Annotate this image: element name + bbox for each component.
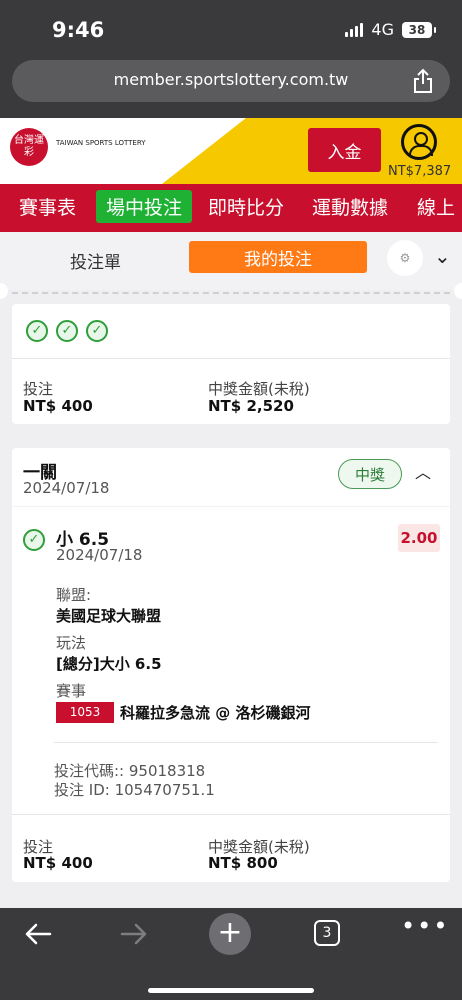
bet-card: 一關 2024/07/18 中獎 ︿ ✓ 小 6.5 2024/07/18 2.… [12,448,450,882]
stake-value: NT$ 400 [23,854,93,872]
chevron-down-icon[interactable]: ⌄ [434,244,451,268]
tab-my-bets[interactable]: 我的投注 [189,241,367,273]
bet-id: 投注 ID: 105470751.1 [54,781,215,799]
new-tab-button[interactable]: + [209,913,251,955]
nav-item-schedule[interactable]: 賽事表 [19,193,76,220]
bet-card: ✓ ✓ ✓ 投注 NT$ 400 中獎金額(未稅) NT$ 2,520 [12,304,450,424]
logo-subtitle: TAIWAN SPORTS LOTTERY [56,139,146,147]
user-icon[interactable] [401,124,437,160]
signal-icon [345,22,364,37]
league-value: 美國足球大聯盟 [56,607,162,625]
site-header: 台灣運彩 TAIWAN SPORTS LOTTERY 入金 NT$7,387 [0,118,462,184]
odds-badge: 2.00 [398,524,440,552]
status-indicators: 4G 38 [345,20,436,39]
address-bar[interactable]: member.sportslottery.com.tw [12,60,450,102]
divider [12,814,450,815]
home-indicator [148,988,314,993]
check-icon: ✓ [26,320,48,342]
status-badge: 中獎 [338,459,402,489]
share-icon[interactable] [412,68,434,94]
url-text[interactable]: member.sportslottery.com.tw [12,70,450,89]
match-number: 1053 [56,702,114,723]
market-value: [總分]大小 6.5 [56,655,162,673]
divider [12,358,450,359]
divider [12,292,450,294]
tabs-button[interactable]: 3 [314,920,340,946]
check-icon: ✓ [86,320,108,342]
divider [12,506,450,507]
status-bar: 9:46 4G 38 [0,0,462,58]
deposit-button[interactable]: 入金 [308,128,381,172]
ticket-notch-right [454,283,462,299]
main-nav: 賽事表 場中投注 即時比分 運動數據 線上 [0,184,462,232]
stake-label: 投注 [23,380,54,398]
divider [54,742,438,743]
check-icon: ✓ [56,320,78,342]
nav-item-stats[interactable]: 運動數據 [312,193,388,220]
battery-icon: 38 [402,21,436,38]
check-icon: ✓ [23,529,45,551]
payout-label: 中獎金額(未稅) [208,380,310,398]
payout-value: NT$ 2,520 [208,397,294,415]
bets-panel: 投注單 我的投注 ⚙ ⌄ ✓ ✓ ✓ 投注 NT$ 400 中獎金額(未稅) N… [0,232,462,908]
tab-bet-slip[interactable]: 投注單 [70,248,121,273]
nav-item-live-scores[interactable]: 即時比分 [208,193,284,220]
account-balance: NT$7,387 [388,164,452,179]
payout-value: NT$ 800 [208,854,278,872]
bet-tabs: 投注單 我的投注 ⚙ ⌄ [0,232,462,290]
market-label: 玩法 [56,634,87,652]
selection-date: 2024/07/18 [56,546,143,564]
chevron-up-icon[interactable]: ︿ [415,459,431,483]
league-label: 聯盟: [56,586,92,604]
browser-toolbar: + 3 ••• [0,908,462,1000]
stake-value: NT$ 400 [23,397,93,415]
forward-icon[interactable] [120,922,148,946]
logo[interactable]: 台灣運彩 [10,128,48,166]
more-icon[interactable]: ••• [401,912,449,940]
bet-date: 2024/07/18 [23,479,110,497]
event-label: 賽事 [56,682,87,700]
nav-item-online[interactable]: 線上 [417,193,455,220]
match-name: 科羅拉多急流 @ 洛杉磯銀河 [120,704,311,722]
nav-item-live-betting[interactable]: 場中投注 [96,190,193,223]
settings-icon[interactable]: ⚙ [387,240,423,276]
back-icon[interactable] [24,922,52,946]
browser-chrome: 9:46 4G 38 member.sportslottery.com.tw [0,0,462,118]
bet-code: 投注代碼:: 95018318 [54,762,206,780]
result-checks: ✓ ✓ ✓ [26,320,108,342]
status-time: 9:46 [52,18,105,42]
network-label: 4G [371,20,394,39]
